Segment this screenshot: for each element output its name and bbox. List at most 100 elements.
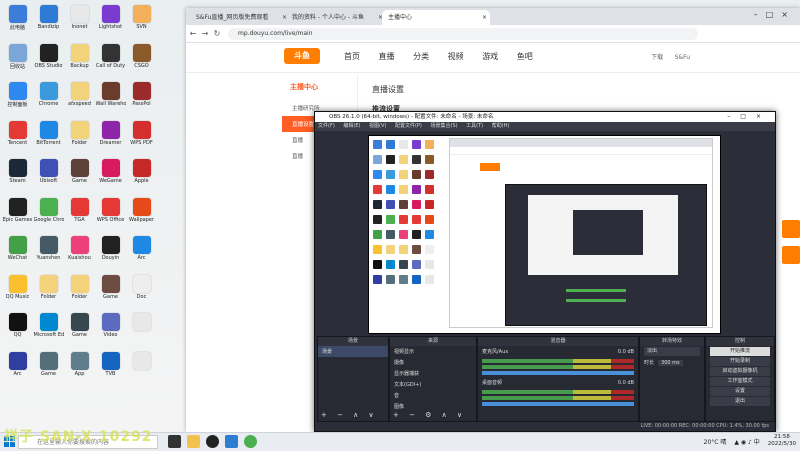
virtual-camera-button[interactable]: 启动虚拟摄像机 [710, 367, 770, 376]
menu-profile[interactable]: 配置文件(P) [395, 123, 422, 129]
menu-live[interactable]: 直播 [379, 52, 395, 61]
float-button[interactable] [782, 220, 800, 238]
reload-icon[interactable]: ↻ [212, 29, 222, 38]
weather-widget[interactable]: 20°C 晴 [704, 437, 727, 446]
start-recording-button[interactable]: 开始录制 [710, 357, 770, 366]
desktop-icon[interactable] [126, 310, 157, 349]
menu-home[interactable]: 首页 [344, 52, 360, 61]
desktop-icon[interactable]: Chrome [33, 79, 64, 118]
volume-slider[interactable] [482, 371, 634, 375]
browser-tab-active[interactable]: 主播中心 × [382, 10, 490, 25]
studio-mode-button[interactable]: 工作室模式 [710, 377, 770, 386]
desktop-icon[interactable]: WPS Office [95, 195, 126, 234]
forward-icon[interactable]: → [200, 29, 210, 38]
desktop-icon[interactable]: Game [95, 272, 126, 311]
desktop-icon[interactable]: 此电脑 [2, 2, 33, 41]
desktop-icon[interactable]: Tencent [2, 118, 33, 157]
desktop-icon[interactable]: QQ [2, 310, 33, 349]
desktop-icon[interactable]: Microsoft Edge [33, 310, 64, 349]
clock[interactable]: 21:58 2022/5/30 [768, 434, 796, 448]
desktop-icon[interactable]: 控制面板 [2, 79, 33, 118]
desktop-icon[interactable]: Apple [126, 156, 157, 195]
tray-icons[interactable]: ▲ ◉ ♪ 中 [734, 437, 759, 446]
menu-category[interactable]: 分类 [413, 52, 429, 61]
desktop-icon[interactable]: Folder [33, 272, 64, 311]
desktop-icon[interactable]: CSGO [126, 41, 157, 80]
desktop-icon[interactable]: Wallpaper [126, 195, 157, 234]
desktop-icon[interactable]: Game [64, 156, 95, 195]
desktop-icon[interactable]: SVN [126, 2, 157, 41]
source-dock-toolbar[interactable]: + − ⚙ ∧ ∨ [393, 411, 466, 419]
desktop-icon[interactable]: PassPol [126, 79, 157, 118]
source-item[interactable]: 视频显示 [390, 346, 476, 357]
window-controls[interactable]: –□× [727, 112, 771, 122]
desktop-icon[interactable]: Lightshot [95, 2, 126, 41]
desktop-icon[interactable]: App [64, 349, 95, 388]
desktop-icon[interactable]: Video [95, 310, 126, 349]
desktop-icon[interactable]: Douyin [95, 233, 126, 272]
desktop-icon[interactable]: Yuanshen [33, 233, 64, 272]
window-controls[interactable]: –□× [754, 10, 796, 19]
back-icon[interactable]: ← [188, 29, 198, 38]
desktop-icon[interactable]: TGA [64, 195, 95, 234]
desktop-icon[interactable]: Wall Warehouse [95, 79, 126, 118]
desktop-icon[interactable]: Google Chrome [33, 195, 64, 234]
desktop-icon[interactable]: WeChat [2, 233, 33, 272]
browser-tab[interactable]: S&Fu直播_网页版免费观看 × [190, 10, 290, 25]
desktop-icon[interactable]: Call of Duty [95, 41, 126, 80]
desktop-icon[interactable]: OBS Studio [33, 41, 64, 80]
menu-video[interactable]: 视频 [448, 52, 464, 61]
desktop-icon[interactable]: Game [33, 349, 64, 388]
desktop-icon[interactable]: WPS PDF [126, 118, 157, 157]
menu-help[interactable]: 帮助(H) [492, 123, 510, 129]
start-streaming-button[interactable]: 开始推流 [710, 347, 770, 356]
url-input[interactable]: mp.douyu.com/live/main [228, 27, 698, 40]
menu-fishbar[interactable]: 鱼吧 [517, 52, 533, 61]
desktop-icon[interactable]: QQ Music [2, 272, 33, 311]
menu-tools[interactable]: 工具(T) [466, 123, 483, 129]
app-taskbar-icon[interactable] [225, 435, 238, 448]
douyu-logo[interactable]: 斗鱼 [284, 48, 320, 64]
download-link[interactable]: 下载 [651, 54, 663, 61]
close-icon[interactable]: × [482, 10, 487, 25]
transition-select[interactable]: 淡出 [644, 347, 700, 356]
desktop-icon[interactable]: WeGame [95, 156, 126, 195]
desktop-icon[interactable]: Bandizip [33, 2, 64, 41]
desktop-icon[interactable]: TVB [95, 349, 126, 388]
source-item[interactable]: 显示器捕获 [390, 368, 476, 379]
desktop-icon[interactable]: Dreamer [95, 118, 126, 157]
user-name[interactable]: S&Fu [675, 54, 690, 61]
desktop-icon[interactable]: Steam [2, 156, 33, 195]
desktop-icon[interactable]: Game [64, 310, 95, 349]
file-explorer-icon[interactable] [187, 435, 200, 448]
desktop-icon[interactable]: Folder [64, 118, 95, 157]
desktop-icon[interactable]: Backup [64, 41, 95, 80]
task-view-icon[interactable] [168, 435, 181, 448]
source-item[interactable]: 音 [390, 390, 476, 401]
desktop-icon[interactable]: Doc [126, 272, 157, 311]
obs-taskbar-icon[interactable] [206, 435, 219, 448]
desktop-icon[interactable] [126, 349, 157, 388]
source-item[interactable]: 文本(GDI+) [390, 379, 476, 390]
duration-input[interactable]: 300 ms [658, 359, 683, 366]
desktop-icon[interactable]: Inonet [64, 2, 95, 41]
desktop-icon[interactable]: Kuaishou [64, 233, 95, 272]
exit-button[interactable]: 退出 [710, 397, 770, 406]
menu-game[interactable]: 游戏 [482, 52, 498, 61]
desktop-icon[interactable]: BitTorrent [33, 118, 64, 157]
menu-view[interactable]: 视图(V) [369, 123, 386, 129]
desktop-icon[interactable]: Folder [64, 272, 95, 311]
desktop-icon[interactable]: Arc [2, 349, 33, 388]
scene-item[interactable]: 场景 [318, 346, 388, 357]
chrome-taskbar-icon[interactable] [244, 435, 257, 448]
menu-scene-collection[interactable]: 场景集合(S) [430, 123, 457, 129]
volume-slider[interactable] [482, 402, 634, 406]
browser-tab[interactable]: 我的资料 - 个人中心 - 斗鱼 × [286, 10, 386, 25]
float-button[interactable] [782, 246, 800, 264]
menu-file[interactable]: 文件(F) [318, 123, 335, 129]
settings-button[interactable]: 设置 [710, 387, 770, 396]
desktop-icon[interactable]: afxspeed [64, 79, 95, 118]
menu-edit[interactable]: 编辑(E) [343, 123, 360, 129]
desktop-icon[interactable]: Ubisoft [33, 156, 64, 195]
obs-preview[interactable] [368, 135, 721, 334]
